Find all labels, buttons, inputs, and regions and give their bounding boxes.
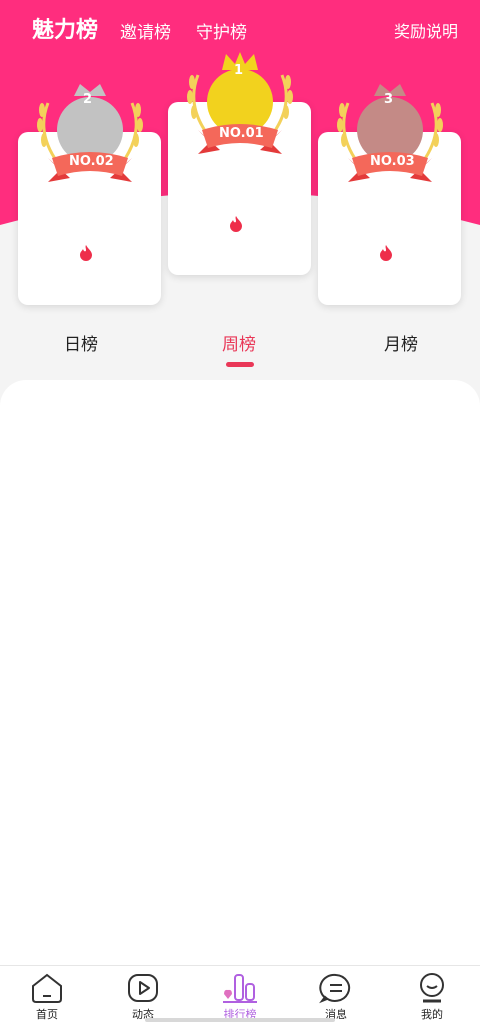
home-indicator[interactable] bbox=[145, 1018, 335, 1022]
nav-home[interactable]: 首页 bbox=[17, 972, 77, 1022]
ranking-list-panel[interactable] bbox=[0, 380, 480, 970]
profile-icon bbox=[420, 973, 444, 1003]
message-icon bbox=[319, 973, 351, 1004]
flame-icon bbox=[230, 216, 242, 232]
active-tab-indicator bbox=[226, 362, 254, 367]
medal-first-label: NO.01 bbox=[219, 126, 264, 141]
nav-feed[interactable]: 动态 bbox=[113, 972, 173, 1022]
ranking-icon bbox=[223, 974, 257, 1003]
tab-charm-rank[interactable]: 魅力榜 bbox=[32, 12, 98, 44]
medal-third-number: 3 bbox=[384, 92, 394, 107]
tab-guard-rank[interactable]: 守护榜 bbox=[196, 18, 247, 43]
tab-day-rank[interactable]: 日榜 bbox=[64, 330, 98, 355]
medal-second-number: 2 bbox=[83, 92, 93, 107]
nav-ranking[interactable]: 排行榜 bbox=[210, 972, 270, 1022]
flame-icon bbox=[80, 245, 92, 261]
nav-profile-label: 我的 bbox=[421, 1008, 443, 1021]
period-tab-bar: 日榜 周榜 月榜 bbox=[0, 326, 480, 376]
nav-home-label: 首页 bbox=[36, 1008, 58, 1021]
play-icon bbox=[128, 974, 158, 1002]
tab-week-rank[interactable]: 周榜 bbox=[222, 330, 256, 355]
medal-third-label: NO.03 bbox=[370, 154, 415, 169]
medal-first-number: 1 bbox=[234, 63, 244, 78]
nav-messages[interactable]: 消息 bbox=[306, 972, 366, 1022]
nav-profile[interactable]: 我的 bbox=[402, 972, 462, 1022]
home-icon bbox=[32, 973, 62, 1003]
bottom-navigation: 首页 动态 排行榜 消息 我的 bbox=[0, 965, 480, 1024]
tab-month-rank[interactable]: 月榜 bbox=[384, 330, 418, 355]
tab-invite-rank[interactable]: 邀请榜 bbox=[120, 18, 171, 43]
reward-info-link[interactable]: 奖励说明 bbox=[394, 18, 458, 42]
flame-icon bbox=[380, 245, 392, 261]
medal-second-label: NO.02 bbox=[69, 154, 114, 169]
